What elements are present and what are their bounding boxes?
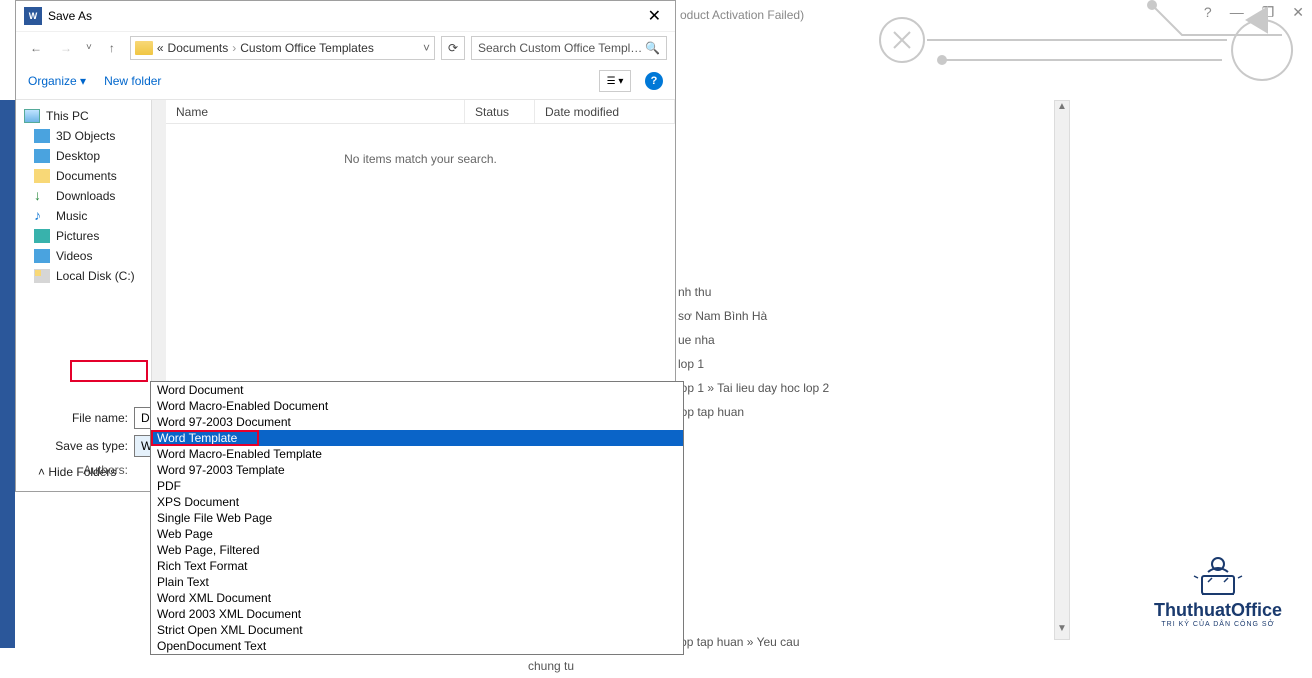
bg-item: lop 1 » Tai lieu day hoc lop 2 — [678, 376, 829, 400]
navpane-documents[interactable]: Documents — [16, 166, 166, 186]
navpane-videos[interactable]: Videos — [16, 246, 166, 266]
type-option-word-macro-enabled-document[interactable]: Word Macro-Enabled Document — [151, 398, 683, 414]
search-input[interactable]: Search Custom Office Templa... 🔍 — [471, 36, 667, 60]
empty-message: No items match your search. — [166, 152, 675, 166]
watermark-sub: TRI KỶ CỦA DÂN CÔNG SỞ — [1154, 621, 1282, 628]
type-option-word-template[interactable]: Word Template — [151, 430, 683, 446]
watermark-name: ThuthuatOffice — [1154, 600, 1282, 621]
back-button[interactable]: ← — [24, 36, 48, 60]
navpane-3d-objects[interactable]: 3D Objects — [16, 126, 166, 146]
up-button[interactable]: ↑ — [100, 36, 124, 60]
docs-icon — [34, 169, 50, 183]
organize-menu[interactable]: Organize ▾ — [28, 74, 86, 88]
recent-dropdown[interactable]: ˅ — [86, 42, 92, 53]
disk-icon — [34, 269, 50, 283]
navigation-pane: This PC 3D Objects Desktop Documents ↓ Downlo… — [16, 100, 166, 399]
crumb-documents[interactable]: Documents — [168, 41, 229, 55]
bg-item: ue nha — [678, 328, 829, 352]
type-option-word-2003-xml-document[interactable]: Word 2003 XML Document — [151, 606, 683, 622]
folder-icon — [135, 41, 153, 55]
watermark-icon — [1188, 552, 1248, 598]
type-option-web-page-filtered[interactable]: Web Page, Filtered — [151, 542, 683, 558]
type-option-word-97-2003-template[interactable]: Word 97-2003 Template — [151, 462, 683, 478]
3d-icon — [34, 129, 50, 143]
navpane-label: Documents — [56, 169, 117, 183]
bg-item: nh thu — [678, 280, 829, 304]
type-option-plain-text[interactable]: Plain Text — [151, 574, 683, 590]
bg-item: sơ Nam Bình Hà — [678, 304, 829, 328]
type-option-word-macro-enabled-template[interactable]: Word Macro-Enabled Template — [151, 446, 683, 462]
down-icon: ↓ — [34, 189, 50, 203]
col-name[interactable]: Name — [166, 100, 465, 123]
search-placeholder: Search Custom Office Templa... — [478, 41, 645, 55]
type-option-strict-open-xml-document[interactable]: Strict Open XML Document — [151, 622, 683, 638]
close-icon[interactable]: ✕ — [642, 6, 667, 26]
navpane-label: Local Disk (C:) — [56, 269, 135, 283]
vid-icon — [34, 249, 50, 263]
crumb-templates[interactable]: Custom Office Templates — [240, 41, 374, 55]
document-vertical-scrollbar[interactable]: ▲▼ — [1054, 100, 1070, 640]
navpane-label: Desktop — [56, 149, 100, 163]
address-bar[interactable]: « Documents › Custom Office Templates ˅ — [130, 36, 435, 60]
filename-label: File name: — [28, 411, 134, 425]
navpane-label: Videos — [56, 249, 92, 263]
activation-status: oduct Activation Failed) — [680, 8, 804, 22]
type-option-rich-text-format[interactable]: Rich Text Format — [151, 558, 683, 574]
save-as-type-label: Save as type: — [28, 439, 134, 453]
word-backstage-strip — [0, 100, 15, 648]
type-option-opendocument-text[interactable]: OpenDocument Text — [151, 638, 683, 654]
bg-item: lop 1 — [678, 352, 829, 376]
forward-button[interactable]: → — [54, 36, 78, 60]
pc-icon — [24, 109, 40, 123]
file-list: Name Status Date modified No items match… — [166, 100, 675, 399]
col-status[interactable]: Status — [465, 100, 535, 123]
save-as-type-dropdown: Word DocumentWord Macro-Enabled Document… — [150, 381, 684, 655]
navpane-label: This PC — [46, 109, 89, 123]
view-options-button[interactable]: ☰ ▾ — [599, 70, 631, 92]
navpane-label: Downloads — [56, 189, 115, 203]
navpane-this-pc[interactable]: This PC — [16, 106, 166, 126]
type-option-single-file-web-page[interactable]: Single File Web Page — [151, 510, 683, 526]
pic-icon — [34, 229, 50, 243]
type-option-web-page[interactable]: Web Page — [151, 526, 683, 542]
address-dropdown[interactable]: ˅ — [423, 41, 430, 55]
navpane-label: 3D Objects — [56, 129, 115, 143]
watermark: ThuthuatOffice TRI KỶ CỦA DÂN CÔNG SỞ — [1154, 552, 1282, 628]
bg-item: lop tap huan — [678, 400, 829, 424]
navpane-music[interactable]: ♪ Music — [16, 206, 166, 226]
desk-icon — [34, 149, 50, 163]
type-option-pdf[interactable]: PDF — [151, 478, 683, 494]
type-option-word-xml-document[interactable]: Word XML Document — [151, 590, 683, 606]
crumb-prefix: « — [157, 41, 164, 55]
type-option-xps-document[interactable]: XPS Document — [151, 494, 683, 510]
save-as-dialog: W Save As ✕ ← → ˅ ↑ « Documents › Custom… — [15, 0, 676, 492]
dialog-title: Save As — [48, 9, 642, 23]
music-icon: ♪ — [34, 209, 50, 223]
help-icon[interactable]: ? — [645, 72, 663, 90]
col-date[interactable]: Date modified — [535, 100, 675, 123]
background-list: nh thusơ Nam Bình Hàue nhalop 1lop 1 » T… — [678, 280, 829, 424]
decorative-circuit — [852, 0, 1312, 100]
search-icon: 🔍 — [645, 41, 660, 55]
navpane-downloads[interactable]: ↓ Downloads — [16, 186, 166, 206]
new-folder-button[interactable]: New folder — [104, 74, 161, 88]
word-icon: W — [24, 7, 42, 25]
type-option-word-document[interactable]: Word Document — [151, 382, 683, 398]
navpane-pictures[interactable]: Pictures — [16, 226, 166, 246]
hide-folders-button[interactable]: Hide Folders — [38, 465, 116, 479]
navpane-label: Pictures — [56, 229, 99, 243]
type-option-word-97-2003-document[interactable]: Word 97-2003 Document — [151, 414, 683, 430]
navpane-desktop[interactable]: Desktop — [16, 146, 166, 166]
refresh-button[interactable]: ⟳ — [441, 36, 465, 60]
navpane-label: Music — [56, 209, 87, 223]
navpane-local-disk-c-[interactable]: Local Disk (C:) — [16, 266, 166, 286]
